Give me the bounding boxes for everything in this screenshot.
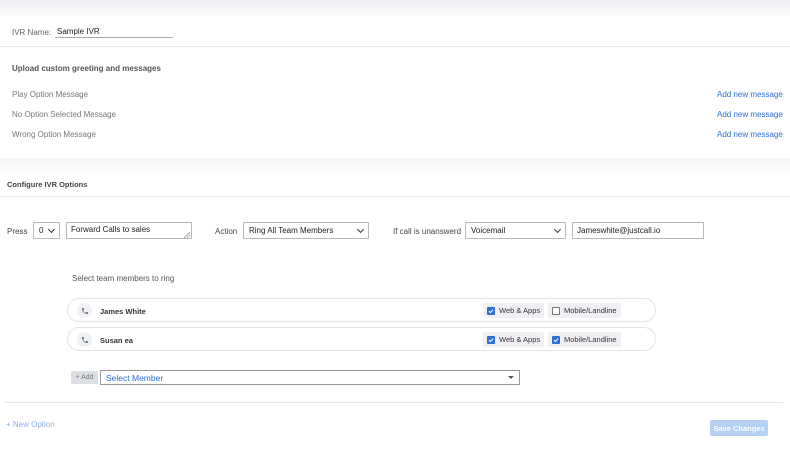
mobile-landline-label: Mobile/Landline: [564, 306, 617, 315]
divider: [0, 196, 790, 197]
phone-icon: [77, 303, 92, 318]
no-option-message-label: No Option Selected Message: [12, 110, 117, 119]
press-digit-value: 0: [39, 226, 44, 235]
unanswered-value: Voicemail: [471, 226, 506, 235]
new-option-link[interactable]: + New Option: [6, 420, 55, 429]
configure-section-heading: Configure IVR Options: [7, 180, 88, 189]
chevron-down-icon: [553, 225, 562, 233]
web-apps-checkbox[interactable]: Web & Apps: [483, 332, 545, 347]
action-value: Ring All Team Members: [249, 226, 334, 235]
checkbox-unchecked-icon: [552, 306, 560, 315]
chevron-down-icon: [47, 225, 56, 233]
action-select[interactable]: Ring All Team Members: [243, 222, 369, 239]
unanswered-select[interactable]: Voicemail: [465, 222, 566, 239]
add-wrong-option-message-link[interactable]: Add new message: [717, 130, 783, 139]
member-row: Susan ea Web & Apps Mobile/Landline: [67, 327, 656, 351]
wrong-option-message-label: Wrong Option Message: [12, 130, 96, 139]
ivr-name-label: IVR Name:: [12, 28, 52, 37]
press-label: Press: [7, 227, 28, 236]
add-no-option-message-link[interactable]: Add new message: [717, 110, 783, 119]
mobile-landline-checkbox[interactable]: Mobile/Landline: [548, 332, 621, 347]
play-option-message-label: Play Option Message: [12, 90, 89, 99]
divider: [0, 46, 790, 47]
select-member-placeholder: Select Member: [106, 372, 164, 383]
add-member-button[interactable]: + Add: [71, 371, 98, 384]
action-label: Action: [215, 227, 238, 236]
upload-section-heading: Upload custom greeting and messages: [12, 64, 161, 73]
member-name: Susan ea: [100, 336, 133, 345]
caret-down-icon: [508, 376, 514, 379]
member-name: James White: [100, 307, 146, 316]
mobile-landline-label: Mobile/Landline: [564, 335, 617, 344]
checkbox-checked-icon: [487, 306, 495, 315]
checkbox-checked-icon: [552, 335, 560, 344]
phone-icon: [77, 332, 92, 347]
select-member-dropdown[interactable]: Select Member: [100, 370, 520, 385]
web-apps-label: Web & Apps: [499, 306, 541, 315]
ivr-name-input[interactable]: [55, 25, 173, 38]
press-digit-select[interactable]: 0: [33, 222, 60, 239]
member-row: James White Web & Apps Mobile/Landline: [67, 298, 656, 322]
web-apps-label: Web & Apps: [499, 335, 541, 344]
top-fade: [0, 0, 790, 16]
add-play-option-message-link[interactable]: Add new message: [717, 90, 783, 99]
resize-grip-icon: [184, 232, 190, 238]
team-members-heading: Select team members to ring: [72, 274, 175, 283]
section-separator: [0, 158, 790, 172]
mobile-landline-checkbox[interactable]: Mobile/Landline: [548, 303, 621, 318]
option-description-textarea[interactable]: Forward Calls to sales: [66, 222, 192, 239]
checkbox-checked-icon: [487, 335, 495, 344]
chevron-down-icon: [356, 225, 365, 233]
unanswered-label: If call is unanswerd: [393, 227, 462, 236]
save-changes-button[interactable]: Save Changes: [710, 420, 768, 436]
web-apps-checkbox[interactable]: Web & Apps: [483, 303, 545, 318]
voicemail-email-input[interactable]: [572, 222, 704, 239]
